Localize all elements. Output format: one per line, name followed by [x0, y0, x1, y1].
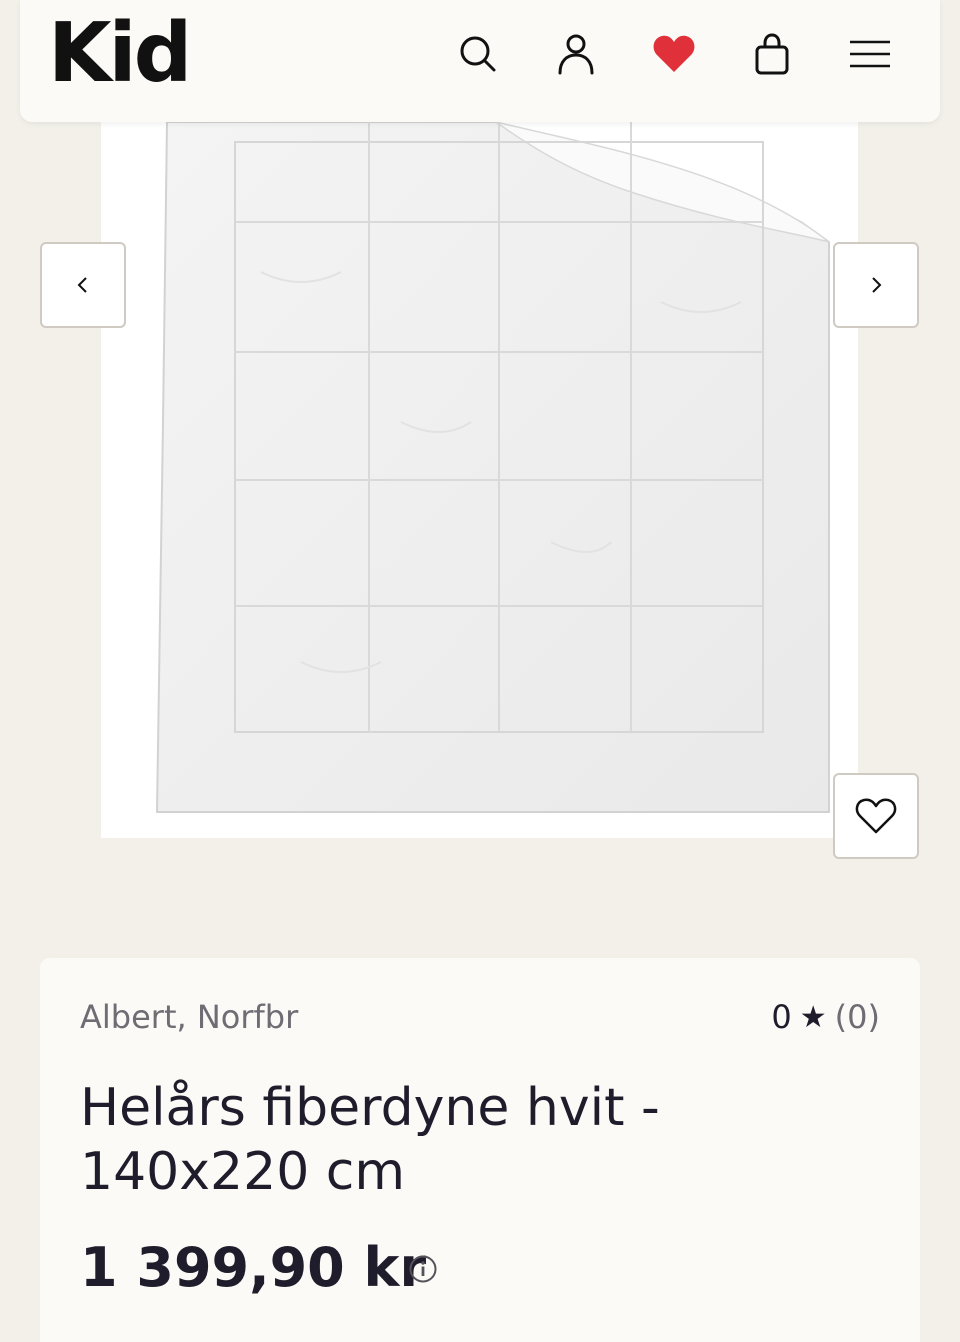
rating-score: 0 [771, 998, 792, 1036]
product-image [101, 122, 858, 838]
rating-count: (0) [834, 998, 880, 1036]
user-icon[interactable] [552, 30, 600, 78]
product-title: Helårs fiberdyne hvit - 140x220 cm [80, 1078, 660, 1202]
product-price: 1 399,90 kr [80, 1236, 427, 1299]
chevron-left-icon [77, 277, 87, 293]
menu-icon[interactable] [846, 30, 894, 78]
star-icon: ★ [799, 999, 827, 1035]
product-brand[interactable]: Albert, Norfbr [80, 998, 298, 1036]
gallery-prev-button[interactable] [40, 242, 126, 328]
bag-icon[interactable] [748, 30, 796, 78]
wishlist-button[interactable] [833, 773, 919, 859]
site-header: Kid [20, 0, 940, 122]
chevron-right-icon [872, 277, 882, 293]
kid-logo[interactable]: Kid [48, 4, 192, 104]
heart-outline-icon [855, 798, 897, 834]
product-page: Kid Albert, Norfbr 0 ★ (0) Helårs fiberd… [0, 0, 960, 1342]
product-rating[interactable]: 0 ★ (0) [771, 998, 880, 1036]
heart-icon[interactable] [650, 30, 698, 78]
product-info-card: Albert, Norfbr 0 ★ (0) Helårs fiberdyne … [40, 958, 920, 1342]
search-icon[interactable] [454, 30, 502, 78]
info-icon[interactable] [408, 1254, 438, 1284]
duvet-image [155, 122, 830, 813]
gallery-next-button[interactable] [833, 242, 919, 328]
